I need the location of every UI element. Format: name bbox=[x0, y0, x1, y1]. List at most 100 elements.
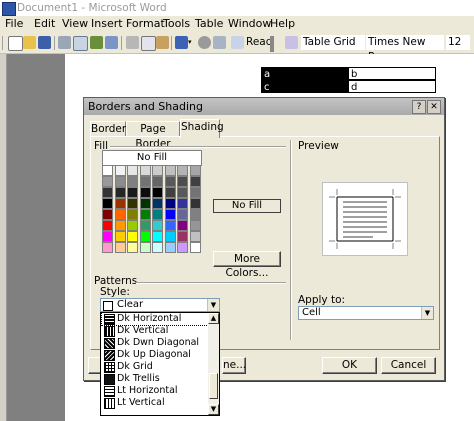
chevron-down-icon[interactable]: ▼ bbox=[207, 299, 219, 311]
list-scrollbar[interactable]: ▲ ▼ bbox=[208, 313, 219, 415]
color-swatch[interactable] bbox=[152, 220, 163, 231]
color-swatch[interactable] bbox=[102, 209, 113, 220]
drawing-icon[interactable] bbox=[198, 36, 211, 49]
menu-format[interactable]: Format bbox=[126, 17, 165, 30]
menu-window[interactable]: Window bbox=[228, 17, 271, 30]
pattern-style-list[interactable]: Dk Horizontal Dk Vertical Dk Dwn Diagona… bbox=[100, 312, 220, 416]
color-swatch[interactable] bbox=[127, 220, 138, 231]
color-swatch[interactable] bbox=[102, 231, 113, 242]
color-swatch[interactable] bbox=[189, 165, 201, 176]
color-swatch[interactable] bbox=[102, 187, 113, 198]
color-swatch[interactable] bbox=[177, 209, 188, 220]
color-swatch[interactable] bbox=[127, 242, 138, 253]
table-cell[interactable]: c bbox=[261, 80, 349, 93]
copy-icon[interactable] bbox=[141, 36, 156, 51]
tab-borders[interactable]: Borders bbox=[90, 121, 132, 137]
dialog-title-bar[interactable]: Borders and Shading ? ✕ bbox=[84, 98, 444, 115]
color-swatch[interactable] bbox=[114, 220, 126, 231]
color-swatch[interactable] bbox=[189, 209, 201, 220]
color-swatch[interactable] bbox=[152, 176, 163, 187]
color-swatch[interactable] bbox=[152, 187, 163, 198]
undo-icon[interactable] bbox=[175, 36, 188, 49]
color-swatch[interactable] bbox=[139, 231, 151, 242]
color-swatch[interactable] bbox=[177, 176, 188, 187]
table-cell[interactable]: a bbox=[261, 67, 349, 80]
color-swatch[interactable] bbox=[177, 231, 188, 242]
color-swatch[interactable] bbox=[189, 198, 201, 209]
color-swatch[interactable] bbox=[114, 198, 126, 209]
list-item[interactable]: Lt Vertical bbox=[102, 397, 208, 409]
color-swatch[interactable] bbox=[114, 209, 126, 220]
table-cell[interactable]: d bbox=[348, 80, 436, 93]
new-document-icon[interactable] bbox=[8, 36, 23, 51]
list-item[interactable]: Lt Horizontal bbox=[102, 385, 208, 397]
color-swatch[interactable] bbox=[102, 176, 113, 187]
color-swatch[interactable] bbox=[102, 242, 113, 253]
list-item[interactable]: Dk Up Diagonal bbox=[102, 349, 208, 361]
menu-help[interactable]: Help bbox=[270, 17, 295, 30]
ok-button[interactable]: OK bbox=[322, 357, 377, 374]
color-swatch[interactable] bbox=[164, 231, 176, 242]
document-table[interactable]: a b c d bbox=[261, 67, 440, 95]
list-item[interactable]: Dk Grid bbox=[102, 361, 208, 373]
color-swatch[interactable] bbox=[102, 198, 113, 209]
pattern-style-select[interactable]: Clear ▼ bbox=[100, 298, 220, 312]
color-swatch[interactable] bbox=[139, 209, 151, 220]
color-swatch[interactable] bbox=[102, 220, 113, 231]
toolbar-overflow-icon[interactable] bbox=[270, 36, 274, 52]
open-folder-icon[interactable] bbox=[23, 36, 36, 49]
print-preview-icon[interactable] bbox=[73, 36, 88, 51]
color-swatch[interactable] bbox=[127, 231, 138, 242]
tab-page-border[interactable]: Page Border bbox=[126, 121, 180, 150]
color-swatch[interactable] bbox=[114, 231, 126, 242]
undo-dropdown-icon[interactable]: ▾ bbox=[188, 36, 194, 49]
menu-tools[interactable]: Tools bbox=[163, 17, 190, 30]
color-swatch[interactable] bbox=[139, 198, 151, 209]
color-swatch[interactable] bbox=[152, 165, 163, 176]
menu-view[interactable]: View bbox=[62, 17, 88, 30]
print-icon[interactable] bbox=[58, 36, 71, 49]
color-swatch[interactable] bbox=[164, 242, 176, 253]
color-swatch[interactable] bbox=[164, 187, 176, 198]
help-icon[interactable]: ? bbox=[412, 100, 426, 114]
styles-pane-icon[interactable] bbox=[285, 36, 298, 49]
list-item[interactable]: Dk Dwn Diagonal bbox=[102, 337, 208, 349]
color-swatch[interactable] bbox=[164, 165, 176, 176]
save-icon[interactable] bbox=[38, 36, 51, 49]
tab-shading[interactable]: Shading bbox=[180, 119, 224, 138]
menu-edit[interactable]: Edit bbox=[34, 17, 55, 30]
color-swatch[interactable] bbox=[114, 242, 126, 253]
read-icon[interactable] bbox=[231, 36, 244, 49]
menu-insert[interactable]: Insert bbox=[91, 17, 123, 30]
color-swatch[interactable] bbox=[139, 220, 151, 231]
color-swatch[interactable] bbox=[189, 231, 201, 242]
cut-icon[interactable] bbox=[126, 36, 139, 49]
insert-table-icon[interactable] bbox=[213, 36, 226, 49]
color-swatch[interactable] bbox=[102, 165, 113, 176]
chevron-down-icon[interactable]: ▼ bbox=[421, 307, 433, 319]
paste-icon[interactable] bbox=[156, 36, 169, 49]
color-swatch[interactable] bbox=[139, 176, 151, 187]
color-swatch[interactable] bbox=[152, 242, 163, 253]
color-swatch[interactable] bbox=[152, 209, 163, 220]
font-combo[interactable]: Times New Rom bbox=[366, 35, 444, 63]
color-swatch[interactable] bbox=[139, 165, 151, 176]
menu-table[interactable]: Table bbox=[195, 17, 223, 30]
color-swatch[interactable] bbox=[114, 165, 126, 176]
style-combo[interactable]: Table Grid bbox=[301, 35, 365, 50]
color-swatch[interactable] bbox=[164, 198, 176, 209]
cancel-button[interactable]: Cancel bbox=[381, 357, 436, 374]
color-swatch[interactable] bbox=[152, 198, 163, 209]
more-colors-button[interactable]: More Colors... bbox=[213, 251, 281, 279]
color-swatch[interactable] bbox=[177, 242, 188, 253]
apply-to-select[interactable]: Cell ▼ bbox=[298, 306, 434, 320]
research-icon[interactable] bbox=[105, 36, 118, 49]
color-swatch[interactable] bbox=[114, 187, 126, 198]
color-swatch[interactable] bbox=[164, 209, 176, 220]
scroll-up-icon[interactable]: ▲ bbox=[208, 313, 219, 324]
color-swatch[interactable] bbox=[127, 209, 138, 220]
color-swatch[interactable] bbox=[189, 220, 201, 231]
no-fill-option[interactable]: No Fill bbox=[102, 150, 202, 166]
preview-area[interactable] bbox=[322, 182, 408, 256]
color-swatch[interactable] bbox=[189, 176, 201, 187]
